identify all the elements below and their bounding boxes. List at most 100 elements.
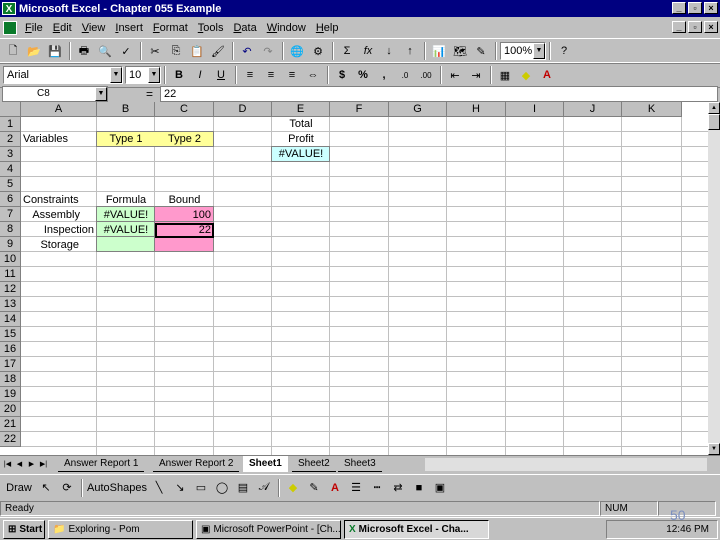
cell-c7[interactable]: 100 (155, 208, 214, 223)
increase-indent-icon[interactable]: ⇥ (466, 65, 486, 85)
underline-button[interactable]: U (211, 65, 231, 85)
row-header-11[interactable]: 11 (0, 267, 21, 282)
chevron-down-icon[interactable]: ▼ (533, 43, 545, 59)
cell-b8[interactable]: #VALUE! (97, 223, 155, 238)
row-header-1[interactable]: 1 (0, 117, 21, 132)
sort-ascending-icon[interactable]: ↓ (379, 41, 399, 61)
cell-b6[interactable]: Formula (97, 193, 155, 208)
rectangle-icon[interactable]: ▭ (191, 478, 211, 498)
wordart-icon[interactable]: 𝒜 (254, 478, 274, 498)
redo-icon[interactable]: ↷ (258, 41, 278, 61)
column-header-a[interactable]: A (21, 102, 97, 117)
tab-sheet1[interactable]: Sheet1 (243, 456, 288, 472)
last-sheet-icon[interactable]: ▶| (38, 458, 49, 471)
horizontal-scrollbar[interactable] (425, 458, 707, 471)
column-header-g[interactable]: G (389, 102, 447, 117)
map-icon[interactable]: 🗺 (450, 41, 470, 61)
select-all-corner[interactable] (0, 102, 21, 117)
row-header-17[interactable]: 17 (0, 357, 21, 372)
percent-button[interactable]: % (353, 65, 373, 85)
vertical-scrollbar[interactable]: ▲ ▼ (708, 102, 720, 455)
cell-a6[interactable]: Constraints (22, 193, 97, 208)
zoom-combo[interactable]: 100% ▼ (500, 42, 546, 60)
minimize-button[interactable]: _ (672, 2, 686, 14)
drawing-icon[interactable]: ✎ (471, 41, 491, 61)
arrow-style-icon[interactable]: ⇄ (388, 478, 408, 498)
prev-sheet-icon[interactable]: ◀ (14, 458, 25, 471)
web-toolbar-icon[interactable]: ⚙ (308, 41, 328, 61)
taskbar-item-exploring[interactable]: 📁 Exploring - Pom (48, 519, 193, 539)
cell-a9[interactable]: Storage (22, 238, 97, 253)
scroll-thumb[interactable] (708, 114, 720, 130)
column-header-c[interactable]: C (155, 102, 214, 117)
cut-icon[interactable]: ✂ (145, 41, 165, 61)
formula-input[interactable]: 22 (160, 86, 718, 102)
clock[interactable]: 12:46 PM (666, 524, 709, 535)
shadow-icon[interactable]: ■ (409, 478, 429, 498)
align-right-icon[interactable]: ≡ (282, 65, 302, 85)
draw-font-color-icon[interactable]: A (325, 478, 345, 498)
copy-icon[interactable]: ⎘ (166, 41, 186, 61)
row-header-12[interactable]: 12 (0, 282, 21, 297)
comma-button[interactable]: , (374, 65, 394, 85)
start-button[interactable]: ⊞ Start (3, 519, 45, 539)
first-sheet-icon[interactable]: |◀ (2, 458, 13, 471)
save-icon[interactable]: 💾 (45, 41, 65, 61)
menu-edit[interactable]: Edit (48, 22, 77, 34)
paste-icon[interactable]: 📋 (187, 41, 207, 61)
select-objects-icon[interactable]: ↖ (36, 478, 56, 498)
row-header-21[interactable]: 21 (0, 417, 21, 432)
row-header-6[interactable]: 6 (0, 192, 21, 207)
currency-button[interactable]: $ (332, 65, 352, 85)
column-header-d[interactable]: D (214, 102, 272, 117)
column-header-e[interactable]: E (272, 102, 330, 117)
chart-wizard-icon[interactable]: 📊 (429, 41, 449, 61)
fill-color-icon[interactable]: ◆ (516, 65, 536, 85)
tab-answer-report-1[interactable]: Answer Report 1 (58, 456, 145, 472)
tab-sheet3[interactable]: Sheet3 (338, 456, 382, 472)
taskbar-item-excel[interactable]: X Microsoft Excel - Cha... (344, 519, 489, 539)
office-assistant-icon[interactable]: ? (554, 41, 574, 61)
spelling-icon[interactable]: ✓ (116, 41, 136, 61)
column-header-k[interactable]: K (622, 102, 682, 117)
cell-e3[interactable]: #VALUE! (272, 147, 330, 162)
cell-c8[interactable]: 22 (155, 223, 214, 238)
line-icon[interactable]: ╲ (149, 478, 169, 498)
menu-data[interactable]: Data (228, 22, 261, 34)
menu-file[interactable]: File (20, 22, 48, 34)
open-icon[interactable]: 📂 (24, 41, 44, 61)
equals-icon[interactable]: = (146, 87, 153, 101)
cell-e2[interactable]: Profit (272, 132, 330, 147)
doc-minimize-button[interactable]: _ (672, 21, 686, 33)
row-header-8[interactable]: 8 (0, 222, 21, 237)
row-header-5[interactable]: 5 (0, 177, 21, 192)
column-header-h[interactable]: H (447, 102, 506, 117)
tab-answer-report-2[interactable]: Answer Report 2 (153, 456, 240, 472)
undo-icon[interactable]: ↶ (237, 41, 257, 61)
chevron-down-icon[interactable]: ▼ (110, 67, 122, 83)
worksheet-grid[interactable]: ABCDEFGHIJK 1 2 3 4 5 6 7 8 9 10 11 12 13 14 15 16 17 18 1… (0, 102, 708, 455)
free-rotate-icon[interactable]: ⟳ (57, 478, 77, 498)
draw-fill-color-icon[interactable]: ◆ (283, 478, 303, 498)
font-color-icon[interactable]: A (537, 65, 557, 85)
next-sheet-icon[interactable]: ▶ (26, 458, 37, 471)
excel-app-icon[interactable]: X (2, 2, 16, 15)
menu-help[interactable]: Help (311, 22, 344, 34)
cell-e1[interactable]: Total (272, 117, 330, 132)
row-header-18[interactable]: 18 (0, 372, 21, 387)
row-header-7[interactable]: 7 (0, 207, 21, 222)
cell-c6[interactable]: Bound (155, 193, 214, 208)
menu-format[interactable]: Format (148, 22, 193, 34)
increase-decimal-icon[interactable]: .0 (395, 65, 415, 85)
row-header-2[interactable]: 2 (0, 132, 21, 147)
merge-center-icon[interactable]: ⇔ (303, 65, 323, 85)
doc-close-button[interactable]: × (704, 21, 718, 33)
restore-button[interactable]: ▫ (688, 2, 702, 14)
arrow-icon[interactable]: ↘ (170, 478, 190, 498)
function-icon[interactable]: fx (358, 41, 378, 61)
scroll-up-icon[interactable]: ▲ (708, 102, 720, 114)
row-header-4[interactable]: 4 (0, 162, 21, 177)
column-header-j[interactable]: J (564, 102, 622, 117)
print-icon[interactable]: 🖶 (74, 41, 94, 61)
taskbar-item-powerpoint[interactable]: ▣ Microsoft PowerPoint - [Ch... (196, 519, 341, 539)
